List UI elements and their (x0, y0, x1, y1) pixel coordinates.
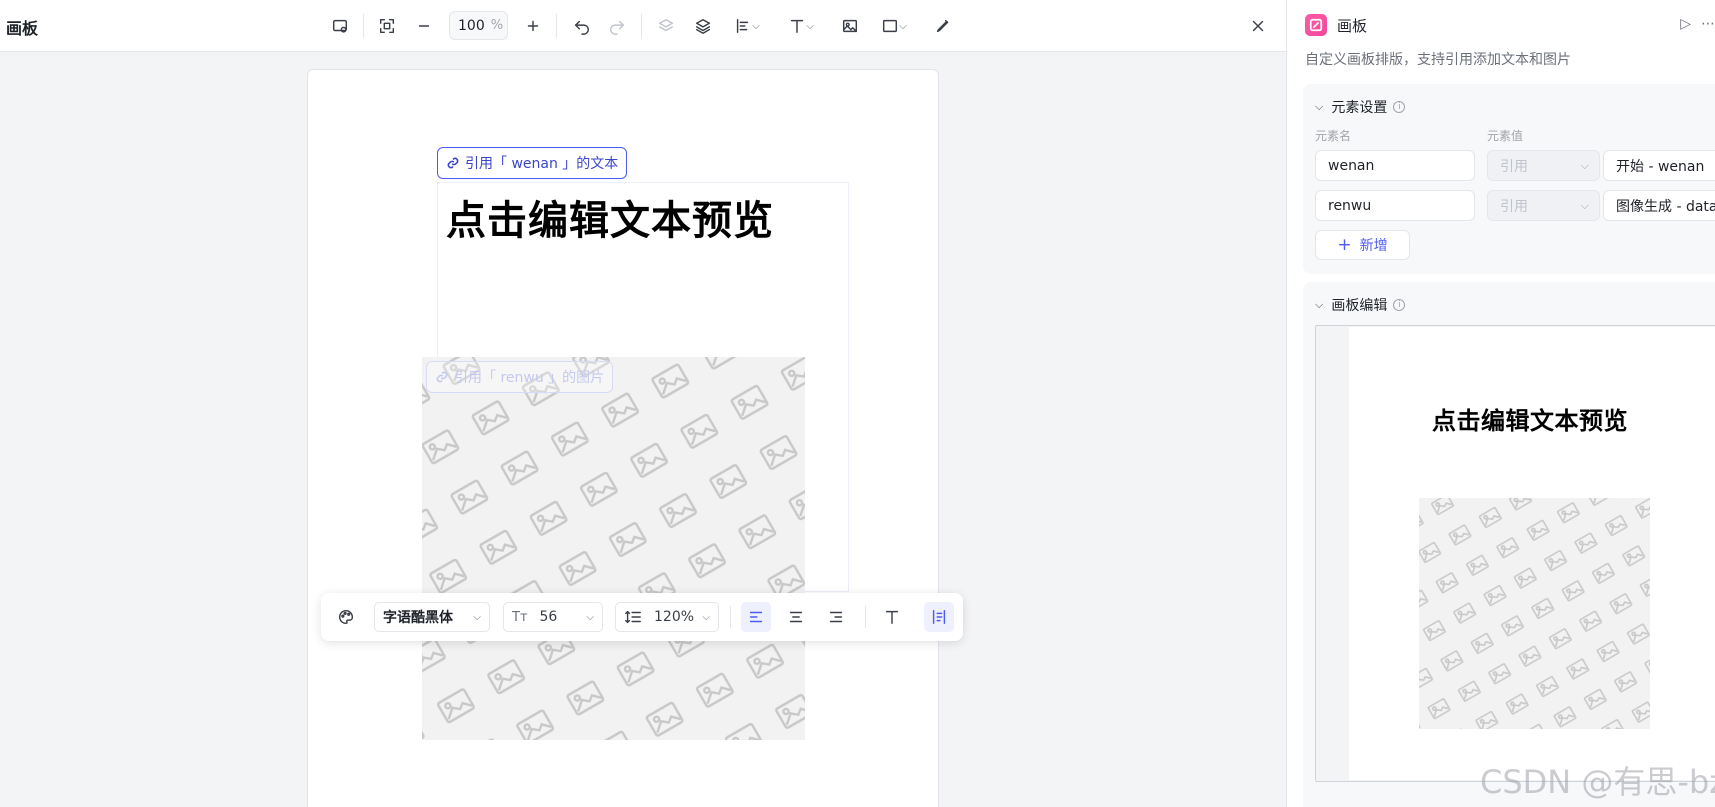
element-settings-title: 元素设置 (1331, 100, 1388, 116)
font-size-value: 56 (539, 609, 558, 625)
align-right-icon[interactable] (821, 602, 851, 632)
zoom-in-icon[interactable] (519, 12, 547, 40)
canvas-edit-title: 画板编辑 (1331, 298, 1388, 314)
pen-icon[interactable] (929, 12, 957, 40)
chevron-down-icon: ⌵ (473, 611, 481, 623)
text-reference-chip[interactable]: 引用「 wenan 」的文本 (437, 147, 628, 179)
vertical-align-icon[interactable] (924, 602, 954, 632)
image-reference-label: 引用「 renwu 」的图片 (454, 370, 605, 386)
element-name-input[interactable]: wenan (1315, 150, 1475, 181)
element-mode-select[interactable]: 引用 ⌵ (1487, 190, 1600, 221)
element-mode-select[interactable]: 引用 ⌵ (1487, 150, 1600, 181)
text-style-icon[interactable] (877, 602, 907, 632)
link-icon (436, 371, 448, 383)
font-size-select[interactable]: Tт 56 ⌵ (503, 602, 603, 632)
element-value-select[interactable]: 开始 - wenan (1603, 150, 1715, 181)
chevron-down-icon: ⌵ (1580, 158, 1589, 172)
zoom-value: 100 (458, 17, 485, 34)
watermark: CSDN @有思-bz (1480, 763, 1715, 801)
column-name-label: 元素名 (1315, 129, 1352, 143)
chevron-down-icon: ⌵ (702, 611, 710, 623)
top-toolbar: 画板 100 % ⌵ ⌵ ⌵ (0, 0, 1286, 52)
add-element-button[interactable]: + 新增 (1315, 230, 1410, 260)
palette-icon[interactable] (331, 602, 361, 632)
canvas-settings-icon[interactable] (326, 12, 354, 40)
canvas-preview[interactable]: 点击编辑文本预览 (1315, 325, 1715, 782)
plus-icon: + (1337, 235, 1352, 255)
image-placeholder[interactable] (422, 357, 805, 740)
canvas-editor: 画板 100 % ⌵ ⌵ ⌵ 引用「 wenan 」的文本 点击编辑文本预览 引… (0, 0, 1286, 807)
preview-text: 点击编辑文本预览 (1432, 407, 1628, 435)
zoom-unit: % (490, 18, 504, 33)
layers-icon[interactable] (689, 12, 717, 40)
layer-down-icon[interactable] (652, 12, 680, 40)
element-value-select[interactable]: 图像生成 - data (1603, 190, 1715, 221)
more-icon[interactable]: ⋯ (1701, 16, 1715, 32)
canvas-edit-header[interactable]: ⌵ 画板编辑 i (1315, 295, 1406, 315)
link-icon (447, 157, 459, 169)
panel-description: 自定义画板排版，支持引用添加文本和图片 (1305, 52, 1571, 68)
panel-header: 画板 (1305, 14, 1367, 36)
properties-panel: 画板 ▷ ⋯ 自定义画板排版，支持引用添加文本和图片 ⌵ 元素设置 i 元素名 … (1286, 0, 1715, 807)
zoom-out-icon[interactable] (410, 12, 438, 40)
element-name-input[interactable]: renwu (1315, 190, 1475, 221)
line-height-icon (625, 610, 641, 624)
font-size-icon: Tт (512, 609, 528, 625)
chevron-down-icon: ⌵ (586, 611, 594, 623)
text-reference-label: 引用「 wenan 」的文本 (465, 156, 619, 172)
preview-artboard: 点击编辑文本预览 (1349, 327, 1715, 780)
element-settings-section: ⌵ 元素设置 i 元素名 元素值 wenan 引用 ⌵ 开始 - wenan r… (1303, 84, 1715, 274)
align-center-icon[interactable] (781, 602, 811, 632)
font-family-value: 字语酷黑体 (383, 610, 453, 626)
run-icon[interactable]: ▷ (1680, 16, 1691, 32)
chevron-down-icon: ⌵ (1315, 298, 1324, 311)
panel-actions: ▷ ⋯ (1680, 16, 1715, 32)
font-family-select[interactable]: 字语酷黑体 ⌵ (374, 602, 490, 632)
chevron-down-icon: ⌵ (1315, 100, 1324, 113)
line-height-value: 120% (654, 609, 695, 625)
preview-image-placeholder (1419, 498, 1650, 729)
fit-screen-icon[interactable] (373, 12, 401, 40)
image-reference-chip[interactable]: 引用「 renwu 」的图片 (426, 361, 614, 393)
chevron-down-icon: ⌵ (1580, 198, 1589, 212)
column-value-label: 元素值 (1487, 129, 1524, 143)
element-settings-header[interactable]: ⌵ 元素设置 i (1315, 97, 1406, 117)
line-height-select[interactable]: 120% ⌵ (615, 602, 719, 632)
text-format-toolbar: 字语酷黑体 ⌵ Tт 56 ⌵ 120% ⌵ (321, 593, 963, 641)
zoom-input[interactable]: 100 % (449, 11, 508, 40)
shape-icon[interactable]: ⌵ (873, 12, 915, 40)
align-left-icon[interactable] (741, 602, 771, 632)
panel-title: 画板 (1337, 16, 1368, 35)
info-icon[interactable]: i (1393, 299, 1406, 311)
info-icon[interactable]: i (1393, 101, 1406, 113)
undo-icon[interactable] (568, 12, 596, 40)
canvas-node-icon (1305, 14, 1327, 36)
image-icon[interactable] (836, 12, 864, 40)
canvas-text-element[interactable]: 点击编辑文本预览 (446, 188, 774, 246)
redo-icon[interactable] (603, 12, 631, 40)
close-icon[interactable] (1244, 12, 1272, 40)
text-icon[interactable]: ⌵ (780, 12, 822, 40)
align-icon[interactable]: ⌵ (726, 12, 768, 40)
page-title: 画板 (6, 19, 39, 38)
canvas-edit-section: ⌵ 画板编辑 i 点击编辑文本预览 (1303, 282, 1715, 807)
